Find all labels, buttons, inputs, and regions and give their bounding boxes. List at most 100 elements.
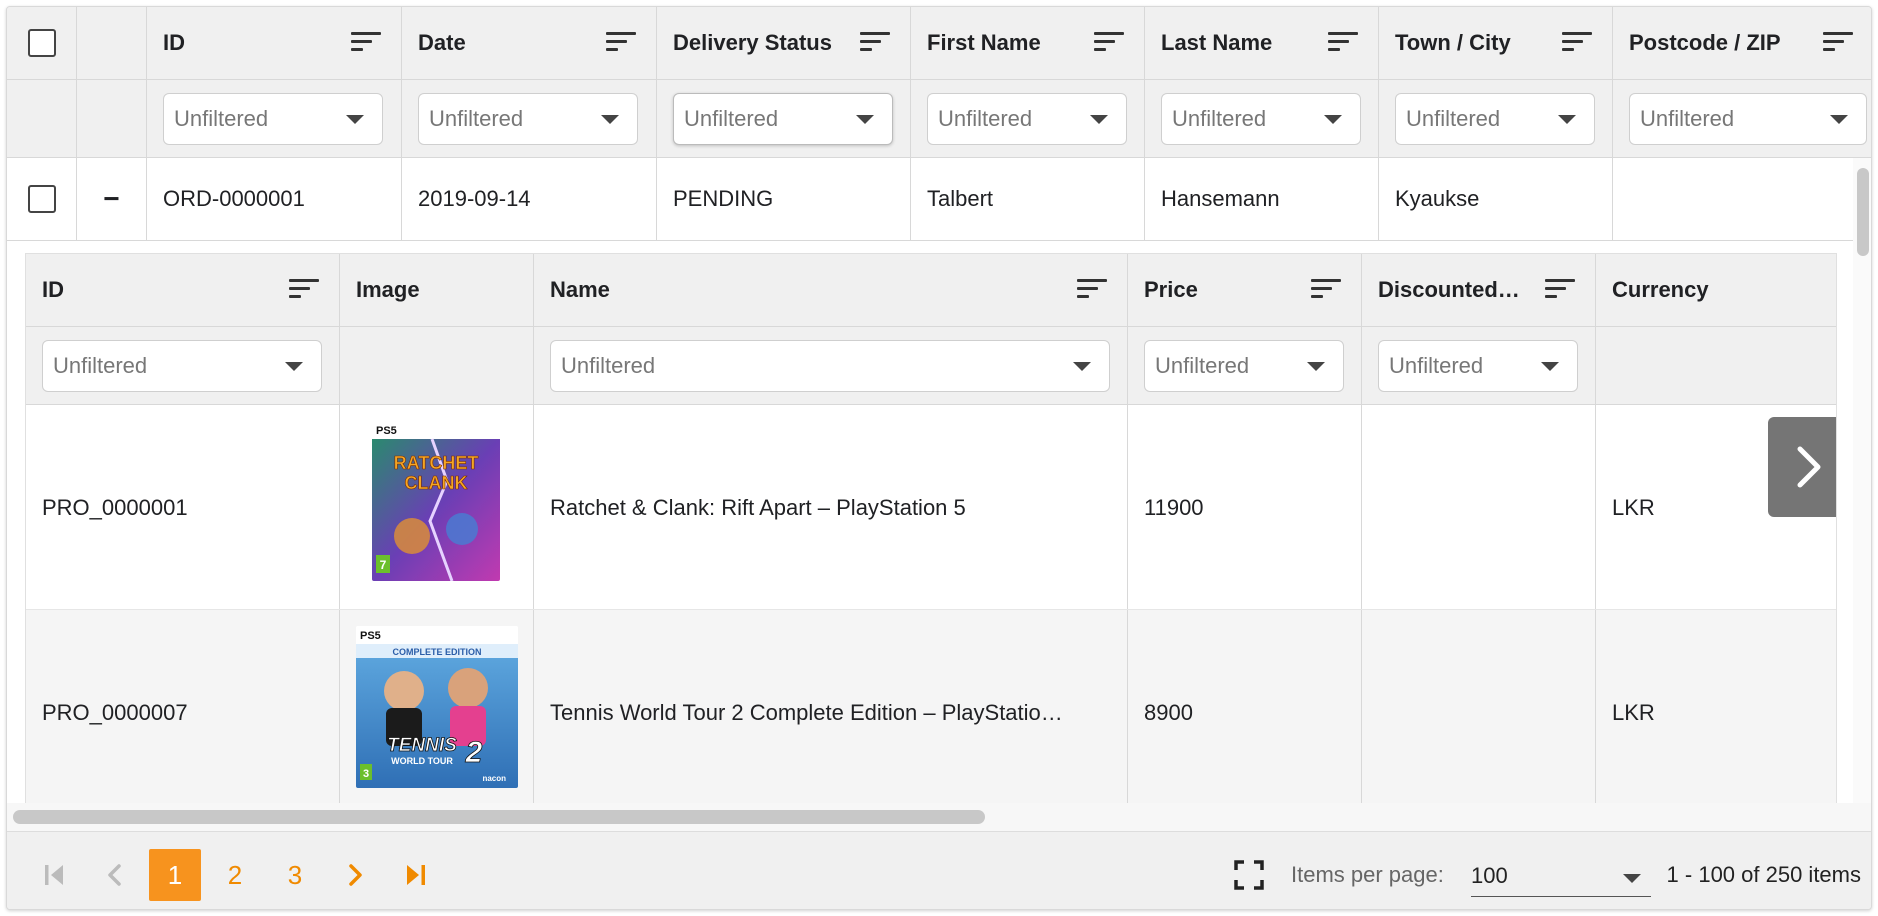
horizontal-scrollbar-thumb[interactable] xyxy=(13,810,985,824)
detail-column-header-id[interactable]: ID xyxy=(26,254,340,326)
cell-first-name[interactable]: Talbert xyxy=(911,158,1145,240)
detail-filter-dropdown-price[interactable]: Unfiltered xyxy=(1144,339,1344,392)
cell-order-id[interactable]: ORD-0000001 xyxy=(147,158,402,240)
cell-last-name[interactable]: Hansemann xyxy=(1145,158,1379,240)
sort-icon[interactable] xyxy=(860,32,890,54)
sort-icon[interactable] xyxy=(1562,32,1592,54)
cell-postcode[interactable] xyxy=(1613,158,1853,240)
select-all-checkbox[interactable] xyxy=(27,29,56,57)
filter-dropdown-date[interactable]: Unfiltered xyxy=(418,92,638,145)
filter-cell: Unfiltered xyxy=(1128,327,1362,404)
cell-price[interactable]: 8900 xyxy=(1128,610,1362,803)
column-header-delivery-status[interactable]: Delivery Status xyxy=(657,7,911,79)
column-header-id[interactable]: ID xyxy=(147,7,402,79)
filter-cell: Unfiltered xyxy=(1362,327,1596,404)
filter-dropdown-id[interactable]: Unfiltered xyxy=(163,92,383,145)
select-all-cell xyxy=(7,7,77,79)
sort-icon[interactable] xyxy=(1328,32,1358,54)
items-per-page-select[interactable]: 100 xyxy=(1471,855,1651,897)
filter-cell: Unfiltered xyxy=(657,80,911,157)
detail-column-header-currency[interactable]: Currency xyxy=(1596,254,1836,326)
first-page-icon xyxy=(45,865,63,885)
chevron-down-icon xyxy=(1073,361,1091,371)
horizontal-scrollbar[interactable] xyxy=(7,803,1871,831)
chevron-down-icon xyxy=(601,114,619,124)
chevron-right-icon xyxy=(1797,446,1821,488)
row-checkbox[interactable] xyxy=(27,185,56,213)
cell-town-city[interactable]: Kyaukse xyxy=(1379,158,1613,240)
collapse-icon: − xyxy=(103,183,120,214)
filter-cell: Unfiltered xyxy=(26,327,340,404)
filter-spacer xyxy=(340,327,534,404)
detail-filter-dropdown-id[interactable]: Unfiltered xyxy=(42,339,322,392)
last-page-button[interactable] xyxy=(389,849,441,901)
first-page-button[interactable] xyxy=(29,849,81,901)
product-image-tennis-world-tour[interactable]: PS5 COMPLETE EDITION TENNIS WORLD TOUR 2… xyxy=(356,626,518,788)
filter-dropdown-delivery-status[interactable]: Unfiltered xyxy=(673,92,893,145)
cell-product-name[interactable]: Tennis World Tour 2 Complete Edition – P… xyxy=(534,610,1128,803)
column-header-date[interactable]: Date xyxy=(402,7,657,79)
column-header-town-city[interactable]: Town / City xyxy=(1379,7,1613,79)
filter-cell: Unfiltered xyxy=(1613,80,1871,157)
sort-icon[interactable] xyxy=(1311,279,1341,301)
chevron-down-icon xyxy=(1623,873,1641,883)
column-header-postcode[interactable]: Postcode / ZIP xyxy=(1613,7,1871,79)
sort-icon[interactable] xyxy=(606,32,636,54)
last-page-icon xyxy=(407,865,425,885)
chevron-down-icon xyxy=(1830,114,1848,124)
filter-dropdown-postcode[interactable]: Unfiltered xyxy=(1629,92,1867,145)
column-header-last-name[interactable]: Last Name xyxy=(1145,7,1379,79)
detail-column-header-discounted[interactable]: Discounted… xyxy=(1362,254,1596,326)
page-button-2[interactable]: 2 xyxy=(209,849,261,901)
collapse-row-button[interactable]: − xyxy=(77,158,147,240)
scroll-right-button[interactable] xyxy=(1768,417,1836,517)
filter-cell: Unfiltered xyxy=(1145,80,1379,157)
vertical-scrollbar[interactable] xyxy=(1853,158,1871,803)
chevron-down-icon xyxy=(285,361,303,371)
cell-discounted[interactable] xyxy=(1362,610,1596,803)
sort-icon[interactable] xyxy=(1545,279,1575,301)
product-image-ratchet-clank[interactable]: PS5 RATCHET CLANK 7 xyxy=(372,421,500,581)
sort-icon[interactable] xyxy=(1077,279,1107,301)
chevron-right-icon xyxy=(349,864,362,886)
divider xyxy=(26,609,1836,610)
filter-dropdown-last-name[interactable]: Unfiltered xyxy=(1161,92,1361,145)
cell-price[interactable]: 11900 xyxy=(1128,405,1362,610)
next-page-button[interactable] xyxy=(329,849,381,901)
page-button-3[interactable]: 3 xyxy=(269,849,321,901)
vertical-scrollbar-thumb[interactable] xyxy=(1857,168,1869,256)
cell-product-name[interactable]: Ratchet & Clank: Rift Apart – PlayStatio… xyxy=(534,405,1128,610)
items-per-page-label: Items per page: xyxy=(1291,862,1444,887)
filter-dropdown-first-name[interactable]: Unfiltered xyxy=(927,92,1127,145)
page-button-1[interactable]: 1 xyxy=(149,849,201,901)
fullscreen-button[interactable] xyxy=(1233,859,1265,891)
chevron-down-icon xyxy=(1541,361,1559,371)
detail-filter-dropdown-discounted[interactable]: Unfiltered xyxy=(1378,339,1578,392)
detail-column-header-price[interactable]: Price xyxy=(1128,254,1362,326)
cell-delivery-status[interactable]: PENDING xyxy=(657,158,911,240)
column-header-first-name[interactable]: First Name xyxy=(911,7,1145,79)
cell-discounted[interactable] xyxy=(1362,405,1596,610)
sort-icon[interactable] xyxy=(1823,32,1853,54)
sort-icon[interactable] xyxy=(351,32,381,54)
detail-column-header-image: Image xyxy=(340,254,534,326)
cell-product-id[interactable]: PRO_0000001 xyxy=(26,405,340,610)
orders-grid: ID Date Delivery Status First Name Last … xyxy=(6,6,1872,910)
row-select-cell xyxy=(7,158,77,240)
cell-date[interactable]: 2019-09-14 xyxy=(402,158,657,240)
chevron-down-icon xyxy=(1324,114,1342,124)
cover-banner-label: COMPLETE EDITION xyxy=(392,647,481,657)
cover-title-number: 2 xyxy=(465,736,483,769)
cell-currency[interactable]: LKR xyxy=(1596,610,1836,803)
cover-publisher-label: nacon xyxy=(482,774,506,783)
chevron-down-icon xyxy=(1558,114,1576,124)
previous-page-button[interactable] xyxy=(89,849,141,901)
sort-icon[interactable] xyxy=(289,279,319,301)
cell-product-id[interactable]: PRO_0000007 xyxy=(26,610,340,803)
sort-icon[interactable] xyxy=(1094,32,1124,54)
filter-dropdown-town-city[interactable]: Unfiltered xyxy=(1395,92,1595,145)
detail-column-header-name[interactable]: Name xyxy=(534,254,1128,326)
filter-spacer xyxy=(1596,327,1836,404)
detail-filter-dropdown-name[interactable]: Unfiltered xyxy=(550,339,1110,392)
detail-grid: ID Image Name Price Discounted… Currency… xyxy=(25,253,1837,803)
